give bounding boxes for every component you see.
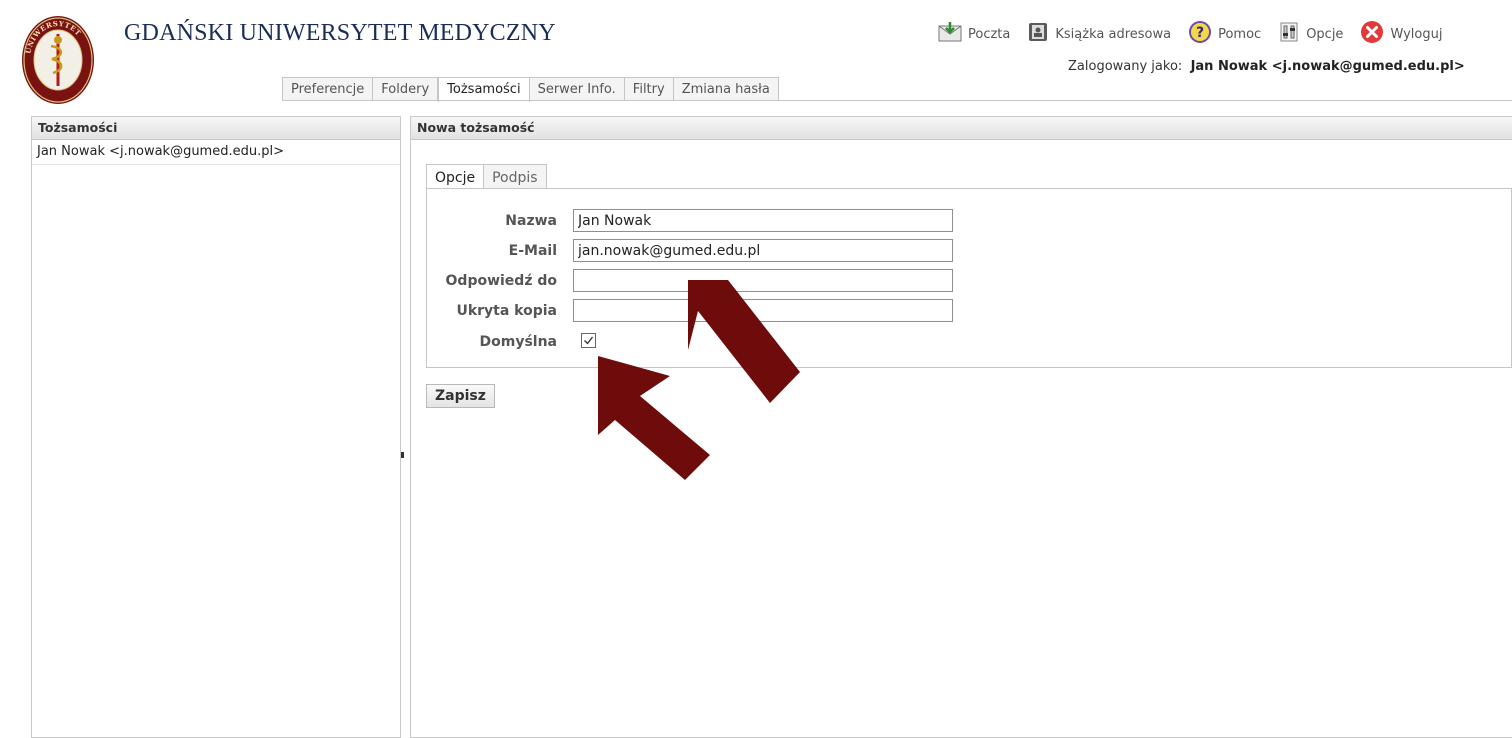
options-button[interactable]: Opcje bbox=[1278, 21, 1343, 47]
tabs-divider bbox=[282, 100, 1512, 101]
address-book-icon bbox=[1027, 21, 1055, 47]
panel-splitter-handle[interactable] bbox=[401, 447, 405, 458]
identity-subtabs: Opcje Podpis bbox=[426, 164, 547, 189]
svg-text:?: ? bbox=[1196, 25, 1204, 41]
tab-preferencje[interactable]: Preferencje bbox=[282, 77, 374, 101]
email-label: E-Mail bbox=[508, 243, 557, 259]
identity-list-item[interactable]: Jan Nowak <j.nowak@gumed.edu.pl> bbox=[32, 140, 400, 165]
options-icon bbox=[1278, 21, 1306, 47]
address-book-button[interactable]: Książka adresowa bbox=[1027, 21, 1171, 47]
default-label: Domyślna bbox=[479, 334, 558, 350]
app-title: GDAŃSKI UNIWERSYTET MEDYCZNY bbox=[124, 20, 556, 46]
logout-icon bbox=[1360, 20, 1390, 48]
mail-label: Poczta bbox=[968, 26, 1011, 42]
tab-serwer-info[interactable]: Serwer Info. bbox=[529, 77, 625, 101]
name-label: Nazwa bbox=[505, 213, 557, 229]
subtab-opcje[interactable]: Opcje bbox=[426, 164, 485, 189]
checkmark-icon bbox=[584, 336, 594, 345]
mail-button[interactable]: Poczta bbox=[938, 21, 1010, 47]
reply-to-label: Odpowiedź do bbox=[445, 273, 557, 289]
email-input[interactable] bbox=[573, 239, 953, 262]
address-book-label: Książka adresowa bbox=[1055, 26, 1172, 42]
new-identity-panel-title: Nowa tożsamość bbox=[411, 117, 1512, 140]
bcc-row: Ukryta kopia bbox=[427, 299, 1027, 323]
bcc-input[interactable] bbox=[573, 299, 953, 322]
main-tabs: Preferencje Foldery Tożsamości Serwer In… bbox=[282, 77, 779, 102]
reply-to-row: Odpowiedź do bbox=[427, 269, 1027, 293]
options-label: Opcje bbox=[1306, 26, 1344, 42]
name-input[interactable] bbox=[573, 209, 953, 232]
top-toolbar: Poczta Książka adresowa ? Pomoc Opcje Wy… bbox=[938, 20, 1442, 48]
reply-to-input[interactable] bbox=[573, 269, 953, 292]
save-button[interactable]: Zapisz bbox=[426, 384, 495, 408]
login-user: Jan Nowak <j.nowak@gumed.edu.pl> bbox=[1190, 59, 1465, 74]
login-info: Zalogowany jako: Jan Nowak <j.nowak@gume… bbox=[1068, 59, 1465, 74]
logout-button[interactable]: Wyloguj bbox=[1360, 20, 1442, 48]
logout-label: Wyloguj bbox=[1390, 26, 1443, 42]
university-logo: UNIWERSYTET bbox=[18, 10, 98, 110]
default-checkbox[interactable] bbox=[581, 333, 596, 348]
email-row: E-Mail bbox=[427, 239, 1027, 263]
bcc-label: Ukryta kopia bbox=[456, 303, 557, 319]
identity-form: Nazwa E-Mail Odpowiedź do Ukryta kopia D… bbox=[426, 188, 1512, 368]
help-button[interactable]: ? Pomoc bbox=[1188, 20, 1261, 48]
tab-foldery[interactable]: Foldery bbox=[373, 77, 439, 101]
identities-panel: Tożsamości Jan Nowak <j.nowak@gumed.edu.… bbox=[31, 116, 401, 738]
default-row: Domyślna bbox=[427, 330, 1027, 354]
mail-icon bbox=[938, 21, 968, 47]
name-row: Nazwa bbox=[427, 209, 1027, 233]
subtab-podpis[interactable]: Podpis bbox=[484, 164, 547, 189]
tab-filtry[interactable]: Filtry bbox=[624, 77, 674, 101]
help-label: Pomoc bbox=[1218, 26, 1262, 42]
login-prefix: Zalogowany jako: bbox=[1068, 59, 1183, 74]
tab-tozsamosci[interactable]: Tożsamości bbox=[438, 77, 530, 102]
tab-zmiana-hasla[interactable]: Zmiana hasła bbox=[673, 77, 779, 101]
help-icon: ? bbox=[1188, 20, 1218, 48]
identities-panel-title: Tożsamości bbox=[32, 117, 400, 140]
